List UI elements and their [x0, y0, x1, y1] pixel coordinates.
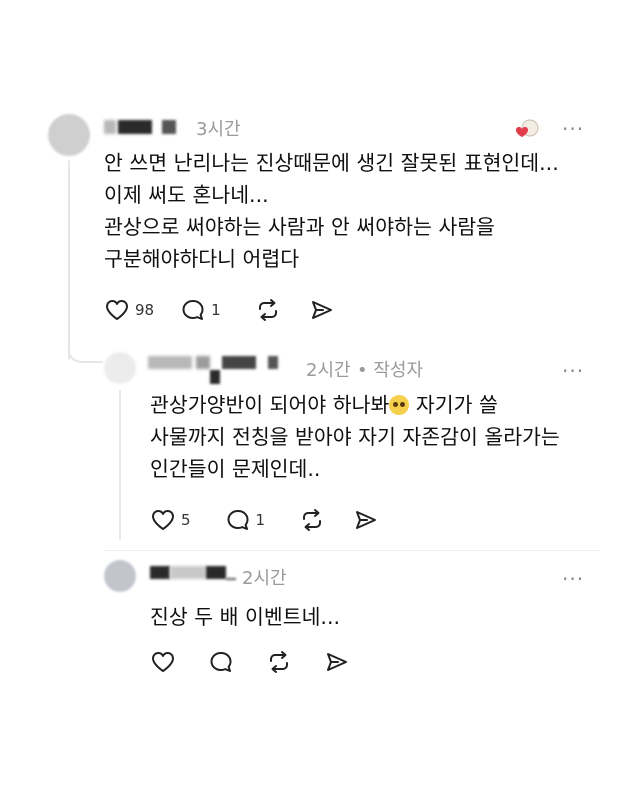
action-bar: 5 1: [150, 508, 399, 532]
heart-icon: [152, 652, 174, 672]
share-button[interactable]: [309, 298, 335, 322]
repost-button[interactable]: [255, 298, 281, 322]
more-options-button[interactable]: ···: [562, 361, 584, 381]
comment-line-1: 안 쓰면 난리나는 진상때문에 생긴 잘못된 표현인데...: [104, 151, 559, 175]
comment-line-1-text: 관상가양반이 되어야 하나봐: [150, 393, 390, 417]
speech-bubble-icon: [210, 652, 232, 672]
heart-icon: [152, 510, 174, 530]
repost-button[interactable]: [266, 650, 292, 674]
speech-bubble-icon: [227, 510, 249, 530]
more-options-button[interactable]: ···: [562, 569, 584, 589]
repost-icon: [270, 651, 288, 673]
sticker-icon: [512, 118, 542, 140]
repost-icon: [303, 509, 322, 531]
timestamp: 2시간: [242, 568, 287, 589]
comment-line-2: 사물까지 전칭을 받아야 자기 자존감이 올라가는: [150, 425, 560, 449]
reply-count: 1: [255, 511, 266, 529]
divider: [104, 550, 600, 551]
more-options-button[interactable]: ···: [562, 119, 584, 139]
speech-bubble-icon: [182, 300, 204, 320]
reply-button[interactable]: [208, 650, 234, 674]
repost-button[interactable]: [299, 508, 325, 532]
avatar[interactable]: [104, 560, 136, 592]
send-icon: [356, 511, 377, 529]
author-badge: • 작성자: [357, 360, 424, 381]
timestamp: 2시간: [306, 360, 351, 381]
thread-connector: [68, 340, 103, 363]
reply-button[interactable]: 1: [180, 298, 221, 322]
pleading-face-icon: [389, 395, 410, 415]
repost-icon: [258, 299, 277, 321]
comment-line-1-rest: 자기가 쓸: [409, 393, 498, 417]
comment-line-3: 관상으로 써야하는 사람과 안 써야하는 사람을: [104, 215, 495, 239]
share-button[interactable]: [353, 508, 379, 532]
avatar[interactable]: [48, 114, 90, 156]
reply-button[interactable]: 1: [225, 508, 266, 532]
avatar[interactable]: [104, 352, 136, 384]
comment-line-4: 구분해야하다니 어렵다: [104, 247, 300, 271]
comment-line-2: 이제 써도 혼나네...: [104, 183, 269, 207]
like-button[interactable]: 5: [150, 508, 191, 532]
like-button[interactable]: 98: [104, 298, 154, 322]
send-icon: [327, 653, 347, 671]
comment-line-1: 진상 두 배 이벤트네...: [150, 605, 340, 629]
share-button[interactable]: [324, 650, 350, 674]
heart-icon: [106, 300, 128, 320]
like-button[interactable]: [150, 650, 176, 674]
comment-line-1: 관상가양반이 되어야 하나봐 자기가 쓸: [150, 390, 498, 421]
action-bar: [150, 650, 370, 674]
thread-line: [119, 390, 121, 540]
thread-line: [68, 160, 70, 360]
send-icon: [311, 301, 332, 319]
action-bar: 98 1: [104, 298, 355, 322]
timestamp: 3시간: [196, 119, 241, 140]
reply-count: 1: [211, 301, 221, 319]
like-count: 98: [135, 301, 155, 319]
comment-line-3: 인간들이 문제인데..: [150, 457, 321, 481]
like-count: 5: [181, 511, 191, 529]
